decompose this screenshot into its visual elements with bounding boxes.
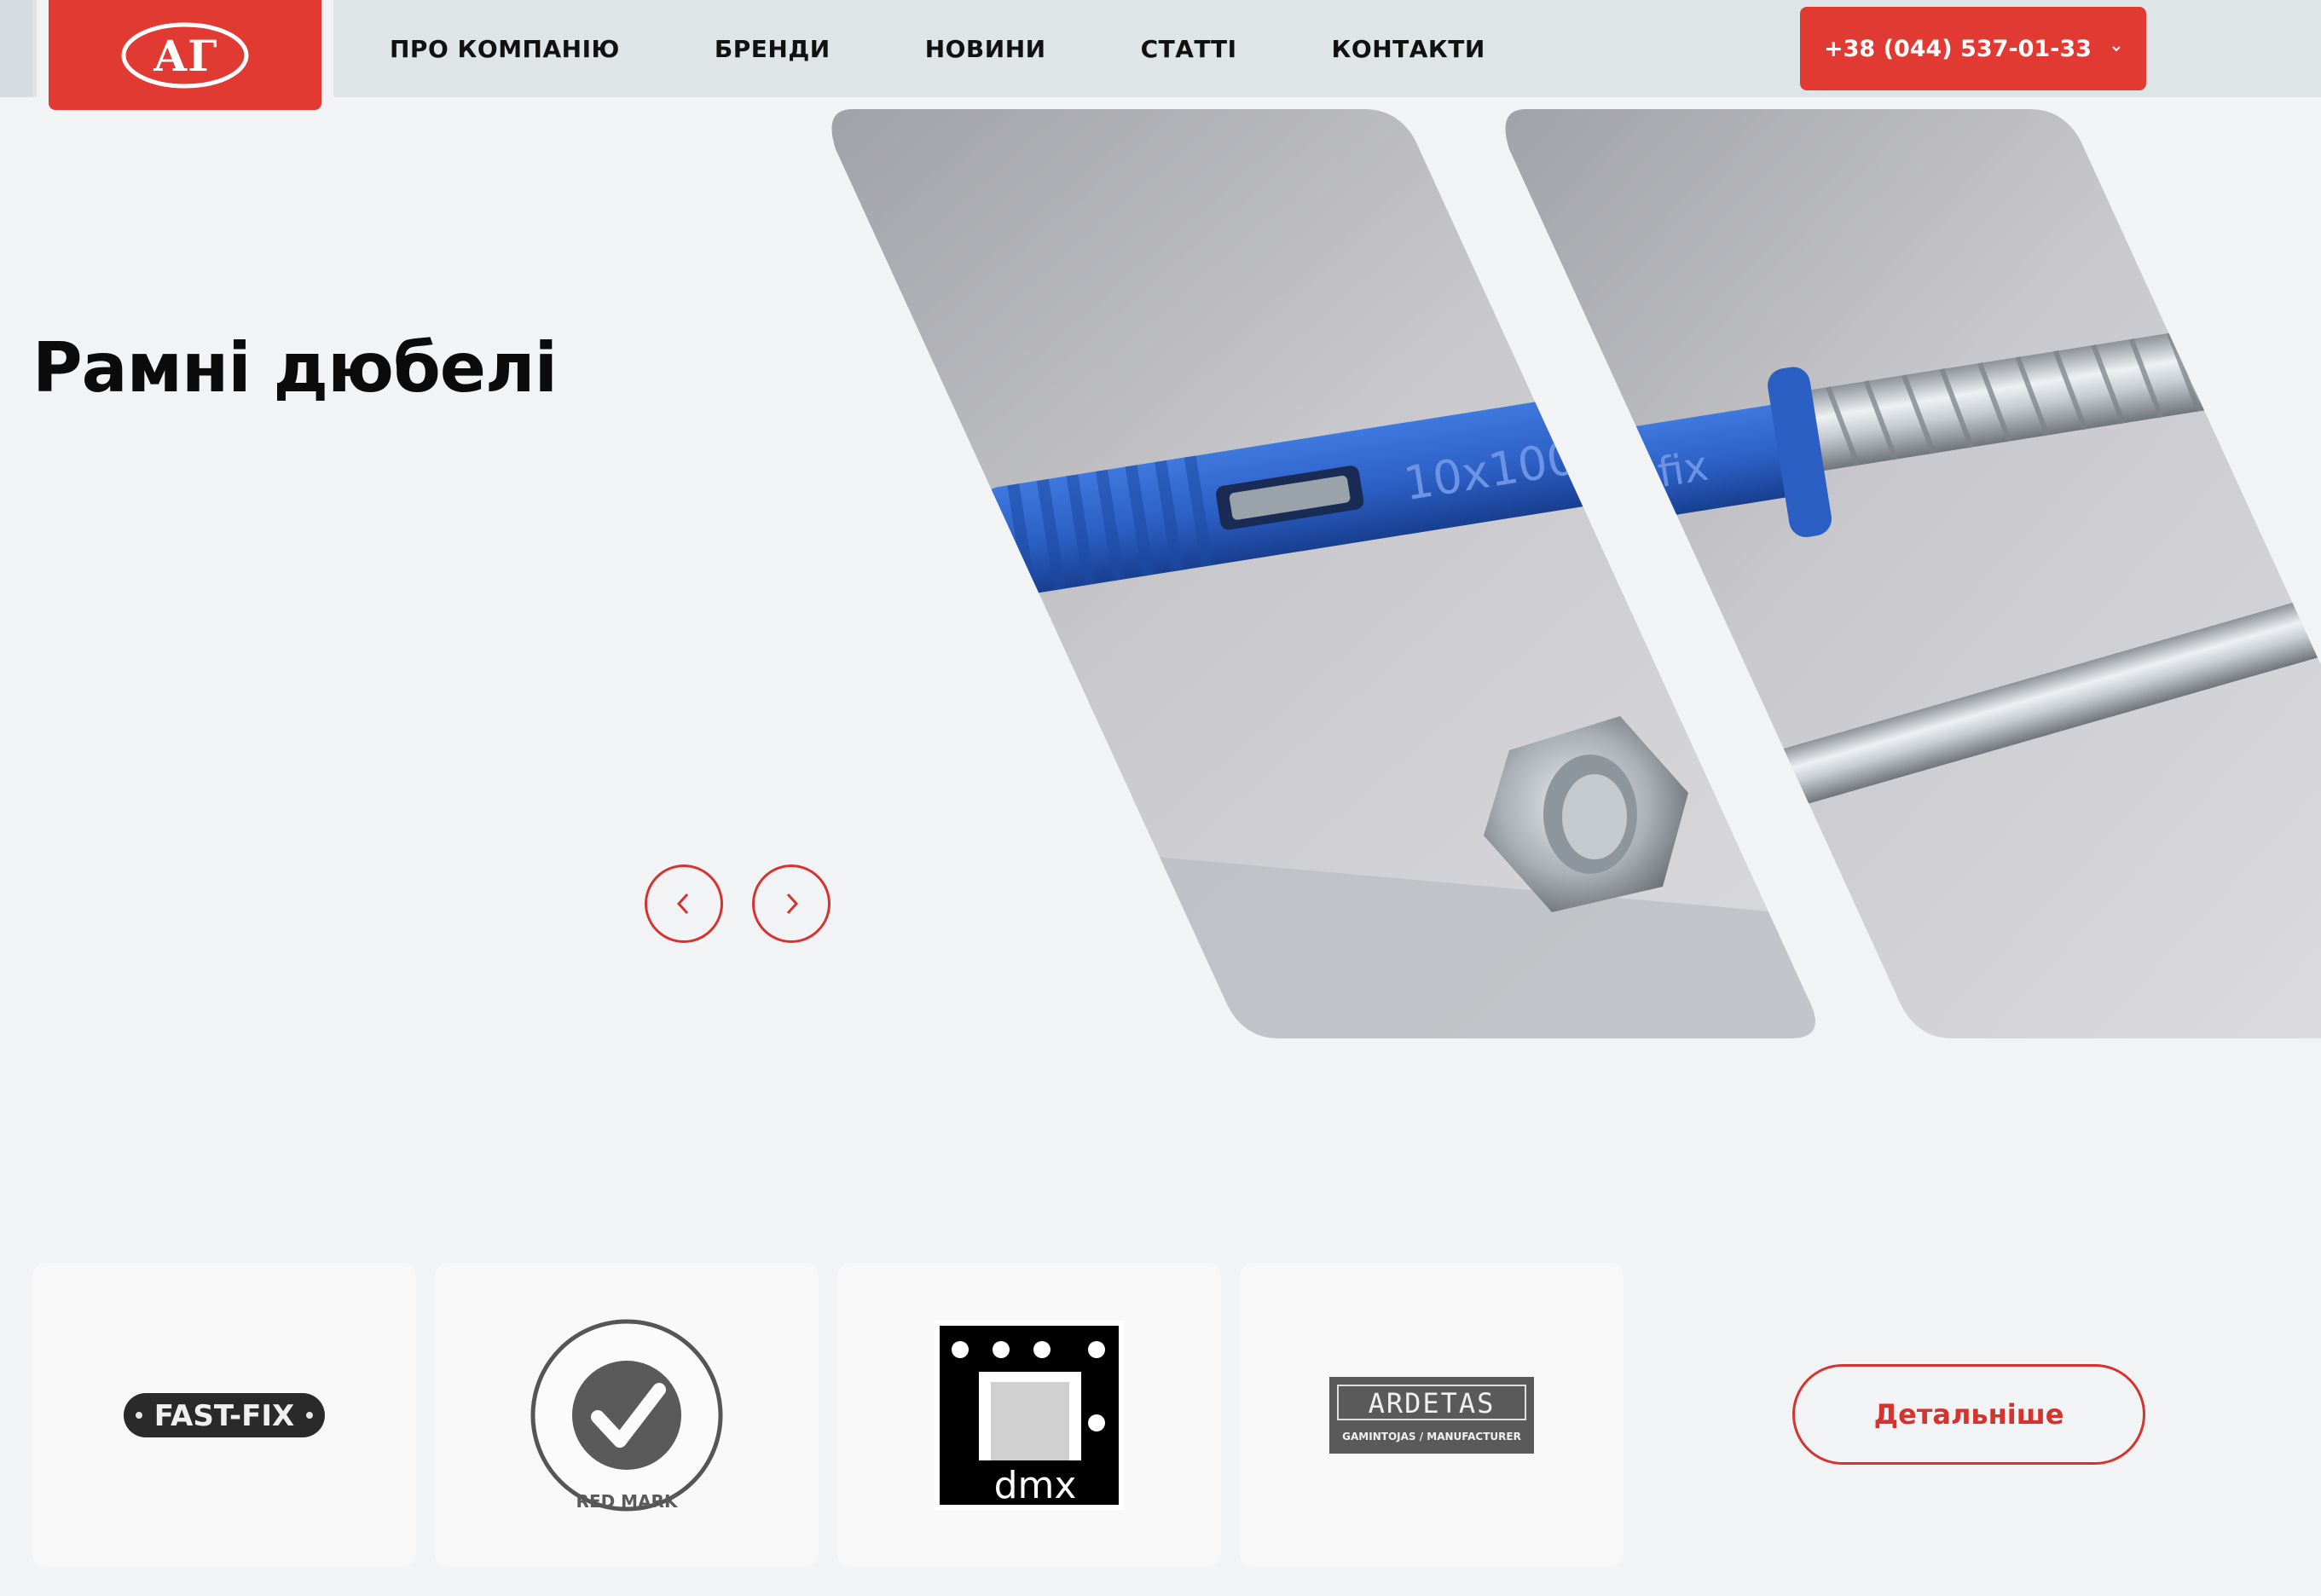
nav-item-articles[interactable]: СТАТТІ: [1141, 35, 1237, 63]
redmark-logo-text: RED MARK: [576, 1491, 679, 1512]
chevron-down-icon: [2112, 46, 2121, 52]
redmark-logo: RED MARK: [530, 1319, 723, 1512]
brand-card-redmark[interactable]: RED MARK: [435, 1263, 819, 1567]
slider-next-button[interactable]: [752, 864, 831, 943]
details-button[interactable]: Детальніше: [1792, 1364, 2145, 1465]
nav-item-news[interactable]: НОВИНИ: [925, 35, 1046, 63]
ardetas-logo-text: ARDETAS: [1369, 1387, 1496, 1420]
slider-prev-button[interactable]: [645, 864, 723, 943]
dowel-size-label: 10x100: [1400, 431, 1580, 511]
phone-dropdown-button[interactable]: +38 (044) 537-01-33: [1800, 7, 2146, 90]
dmx-logo: dmx: [935, 1320, 1124, 1510]
dowel-brand-label: fast-fix: [1564, 442, 1711, 512]
logo-emblem: АГ: [121, 22, 249, 88]
page: АГ ПРО КОМПАНІЮ БРЕНДИ НОВИНИ СТАТТІ КОН…: [0, 0, 2321, 1596]
topbar-edge: [0, 0, 32, 97]
brand-card-dmx[interactable]: dmx: [837, 1263, 1221, 1567]
site-logo[interactable]: АГ: [49, 0, 321, 110]
hero-photo-panel-right: fast-fix: [1505, 109, 2321, 1038]
fastfix-logo: FAST-FIX: [124, 1392, 325, 1437]
chevron-left-icon: [676, 893, 689, 915]
ardetas-logo-subtitle: GAMINTOJAS / MANUFACTURER: [1342, 1431, 1521, 1443]
nav-item-brands[interactable]: БРЕНДИ: [715, 35, 831, 63]
fastfix-logo-text: FAST-FIX: [154, 1399, 295, 1433]
brand-card-fastfix[interactable]: FAST-FIX: [32, 1263, 416, 1567]
dmx-logo-text: dmx: [994, 1464, 1077, 1507]
hero-title: Рамні дюбелі: [32, 328, 558, 408]
brand-card-ardetas[interactable]: ARDETAS GAMINTOJAS / MANUFACTURER: [1240, 1263, 1624, 1567]
nav-item-about[interactable]: ПРО КОМПАНІЮ: [390, 35, 620, 63]
hero-photo-panel-left: 10x100: [831, 109, 1815, 1038]
logo-letters: АГ: [153, 31, 217, 81]
ardetas-logo: ARDETAS GAMINTOJAS / MANUFACTURER: [1329, 1376, 1534, 1454]
chevron-right-icon: [786, 893, 799, 915]
nav-item-contacts[interactable]: КОНТАКТИ: [1332, 35, 1485, 63]
main-nav: ПРО КОМПАНІЮ БРЕНДИ НОВИНИ СТАТТІ КОНТАК…: [390, 0, 1580, 97]
phone-number: +38 (044) 537-01-33: [1824, 35, 2092, 62]
